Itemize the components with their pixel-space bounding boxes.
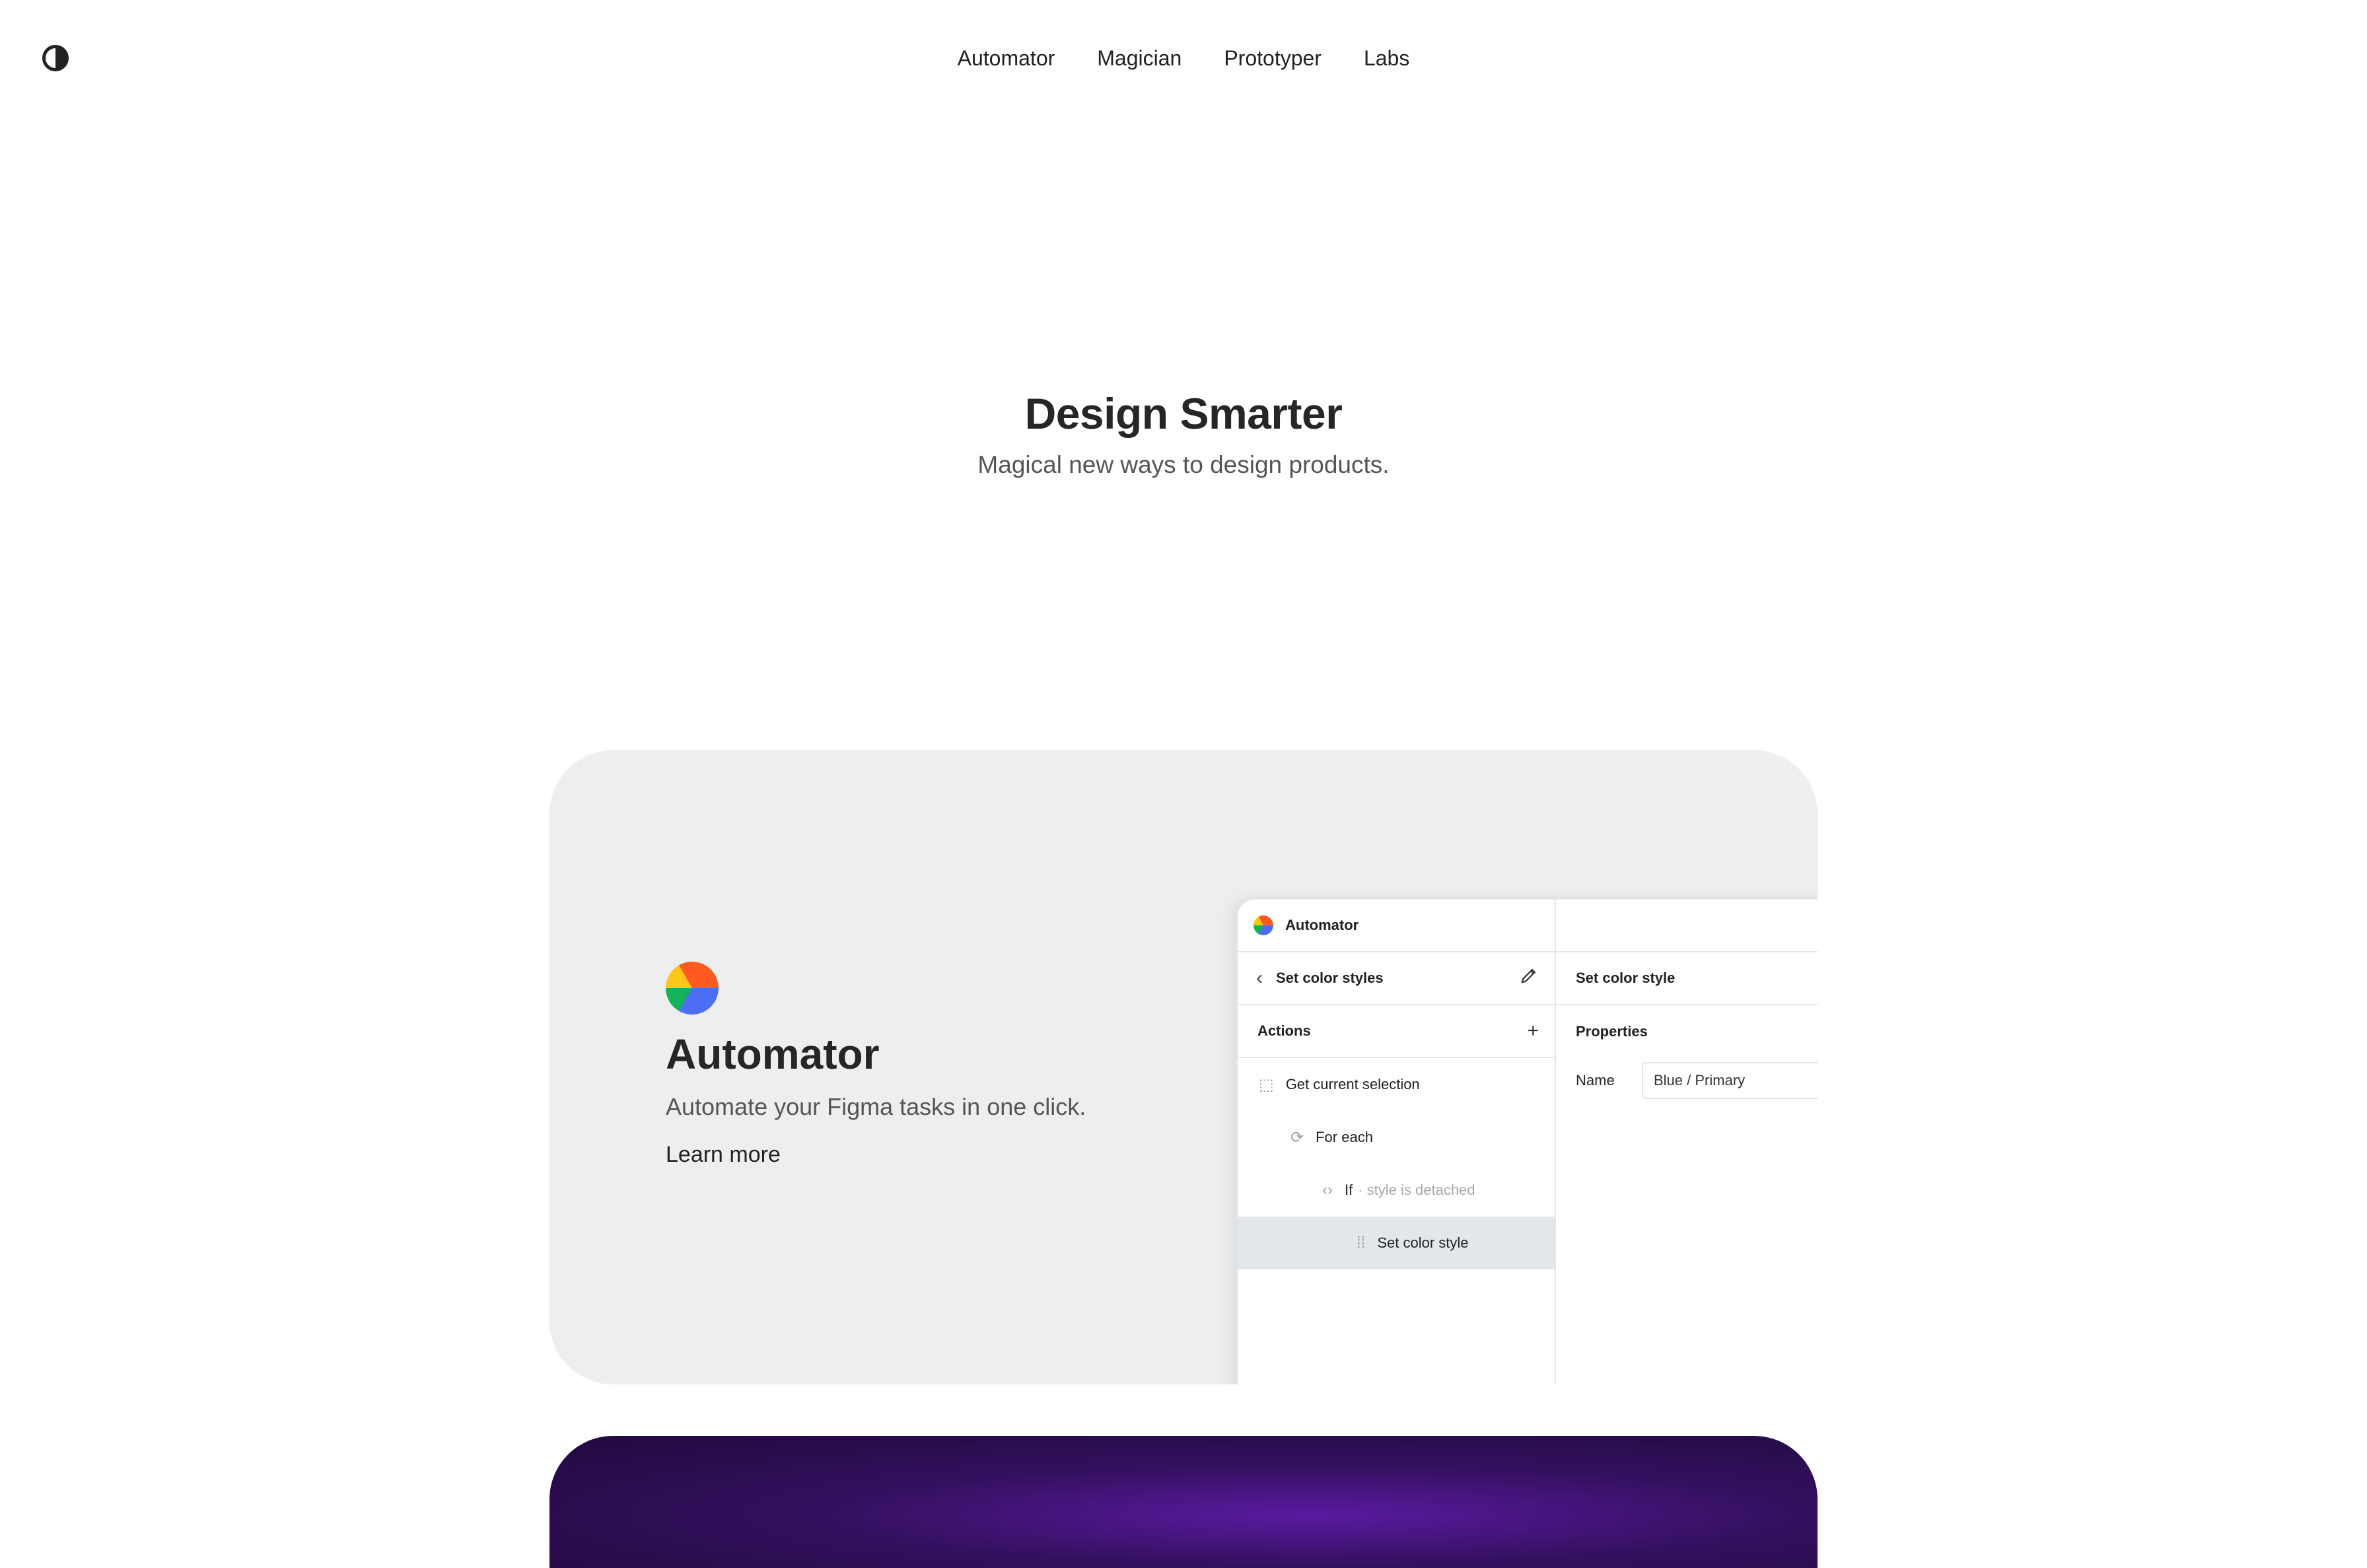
nav-item-magician[interactable]: Magician [1097, 45, 1182, 71]
code-brackets-icon: ‹› [1322, 1181, 1333, 1199]
actions-label: Actions [1257, 1022, 1311, 1039]
properties-label: Properties [1576, 1023, 1648, 1040]
app-preview-window: Automator ‹ Set color styles Actions + ⬚… [1236, 898, 1818, 1384]
properties-section: Properties [1556, 1005, 1818, 1058]
action-label: For each [1316, 1129, 1373, 1145]
main-nav: Automator Magician Prototyper Labs [0, 45, 2367, 71]
action-item-get-selection[interactable]: ⬚ Get current selection [1238, 1058, 1555, 1111]
app-header: Automator [1238, 900, 1555, 952]
selection-frame-icon: ⬚ [1259, 1075, 1274, 1094]
name-input[interactable]: Blue / Primary [1642, 1062, 1818, 1099]
action-label: Set color style [1377, 1234, 1469, 1251]
nav-item-automator[interactable]: Automator [958, 45, 1055, 71]
app-logo-icon [1254, 915, 1273, 935]
properties-header: Set color style [1556, 952, 1818, 1005]
actions-row: Actions + [1238, 1005, 1555, 1058]
hero-subtitle: Magical new ways to design products. [977, 451, 1390, 478]
name-field-row: Name Blue / Primary [1556, 1054, 1818, 1107]
app-left-panel: Automator ‹ Set color styles Actions + ⬚… [1238, 900, 1556, 1384]
hero-title: Design Smarter [1024, 389, 1343, 438]
app-right-panel: Set color style Properties Name Blue / P… [1556, 900, 1818, 1384]
chevron-left-icon[interactable]: ‹ [1256, 967, 1263, 989]
hero-section: Design Smarter Magical new ways to desig… [0, 383, 2367, 483]
automator-logo-icon [666, 962, 719, 1015]
card-title: Automator [666, 1030, 880, 1078]
right-header-empty [1556, 900, 1818, 952]
action-item-for-each[interactable]: ⟳ For each [1238, 1111, 1555, 1164]
action-label: Get current selection [1285, 1076, 1420, 1092]
next-feature-card [549, 1436, 1818, 1568]
name-label: Name [1576, 1072, 1615, 1088]
add-action-icon[interactable]: + [1527, 1020, 1539, 1042]
edit-pencil-icon[interactable] [1519, 966, 1539, 991]
automation-title: Set color styles [1276, 970, 1384, 986]
properties-title: Set color style [1576, 970, 1676, 986]
back-row: ‹ Set color styles [1238, 952, 1555, 1005]
condition-detail: · style is detached [1358, 1182, 1475, 1198]
app-name: Automator [1285, 917, 1359, 933]
learn-more-link[interactable]: Learn more [666, 1139, 781, 1170]
card-subtitle: Automate your Figma tasks in one click. [666, 1093, 1086, 1120]
nav-item-labs[interactable]: Labs [1364, 45, 1409, 71]
action-item-if[interactable]: ‹› If · style is detached [1238, 1164, 1555, 1217]
action-label: If [1344, 1182, 1353, 1198]
action-item-set-color-style[interactable]: ⁞⁞ Set color style [1238, 1217, 1555, 1269]
loop-icon: ⟳ [1290, 1128, 1304, 1147]
drag-handle-icon[interactable]: ⁞⁞ [1357, 1234, 1365, 1252]
nav-item-prototyper[interactable]: Prototyper [1224, 45, 1322, 71]
automator-card: Automator Automate your Figma tasks in o… [549, 750, 1818, 1384]
